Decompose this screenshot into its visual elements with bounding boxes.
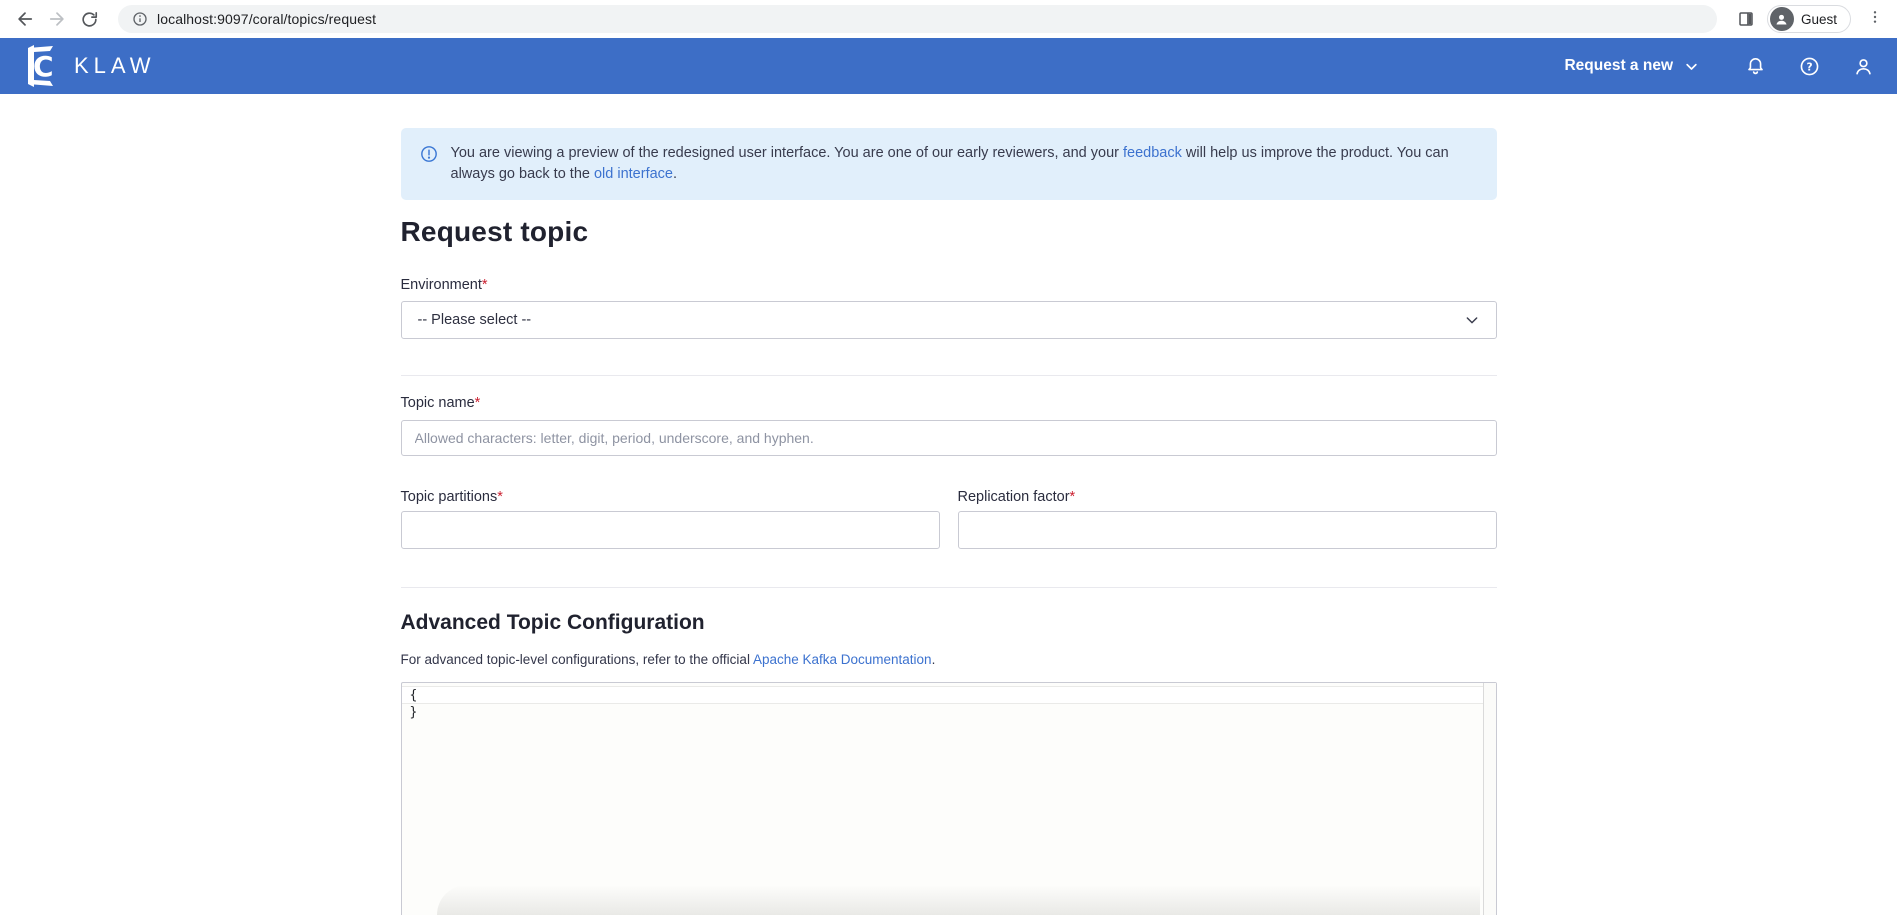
replication-factor-field-group: Replication factor* [958,489,1497,549]
advanced-desc-2: . [932,652,936,667]
environment-select-value: -- Please select -- [418,312,532,328]
info-icon [419,144,439,185]
site-info-icon[interactable] [132,11,148,27]
browser-menu-icon[interactable] [1865,9,1885,30]
topic-partitions-field-group: Topic partitions* [401,489,940,549]
editor-line[interactable]: } [402,704,1483,722]
environment-field-group: Environment* -- Please select -- [401,277,1497,339]
divider [401,587,1497,588]
json-config-editor[interactable]: { } [401,682,1497,915]
advanced-config-description: For advanced topic-level configurations,… [401,651,1497,669]
environment-label: Environment* [401,277,1497,294]
request-a-new-label: Request a new [1564,57,1673,75]
profile-name: Guest [1801,12,1837,27]
required-marker: * [475,395,481,411]
screen: localhost:9097/coral/topics/request Gues… [0,0,1897,915]
side-panel-icon[interactable] [1735,8,1757,30]
topic-name-label: Topic name* [401,395,1497,412]
request-a-new-menu[interactable]: Request a new [1564,57,1699,75]
required-marker: * [497,489,503,505]
banner-text: You are viewing a preview of the redesig… [451,143,1479,185]
replication-factor-label: Replication factor* [958,489,1497,506]
brand-name[interactable]: KLAW [74,53,156,79]
required-marker: * [1070,489,1076,505]
editor-content[interactable]: { } [402,683,1496,722]
address-bar[interactable]: localhost:9097/coral/topics/request [118,5,1717,33]
old-interface-link[interactable]: old interface [594,166,673,182]
page-title: Request topic [401,214,1497,249]
main-content: You are viewing a preview of the redesig… [401,128,1497,915]
partitions-replication-row: Topic partitions* Replication factor* [401,489,1497,549]
replication-factor-input[interactable] [958,511,1497,549]
kafka-docs-link[interactable]: Apache Kafka Documentation [753,652,932,667]
help-icon[interactable]: ? [1797,54,1821,78]
advanced-desc-1: For advanced topic-level configurations,… [401,652,753,667]
topic-partitions-label: Topic partitions* [401,489,940,506]
browser-profile-chip[interactable]: Guest [1767,5,1851,33]
reload-icon[interactable] [78,8,100,30]
request-topic-form: Environment* -- Please select -- Topic n… [401,277,1497,915]
notifications-bell-icon[interactable] [1743,54,1767,78]
banner-text-1: You are viewing a preview of the redesig… [451,145,1124,161]
advanced-config-title: Advanced Topic Configuration [401,609,1497,637]
avatar [1770,7,1794,31]
environment-select[interactable]: -- Please select -- [401,301,1497,339]
svg-text:?: ? [1806,61,1812,73]
back-icon[interactable] [14,8,36,30]
feedback-link[interactable]: feedback [1123,145,1182,161]
preview-info-banner: You are viewing a preview of the redesig… [401,128,1497,200]
url-text[interactable]: localhost:9097/coral/topics/request [157,11,376,27]
divider [401,375,1497,376]
topic-name-field-group: Topic name* [401,395,1497,456]
header-actions: Request a new ? [1564,54,1875,78]
user-profile-icon[interactable] [1851,54,1875,78]
required-marker: * [482,277,488,293]
topic-name-input[interactable] [401,420,1497,456]
banner-text-3: . [673,166,677,182]
forward-icon[interactable] [46,8,68,30]
editor-scrollbar[interactable] [1483,683,1496,915]
klaw-logo-icon[interactable]: C [22,45,62,87]
app-header: C KLAW Request a new ? [0,38,1897,94]
chevron-down-icon [1464,312,1480,328]
topic-partitions-input[interactable] [401,511,940,549]
chevron-down-icon [1684,59,1699,74]
svg-text:C: C [33,50,54,83]
browser-chrome: localhost:9097/coral/topics/request Gues… [0,0,1897,38]
editor-line-active[interactable]: { [402,686,1483,704]
